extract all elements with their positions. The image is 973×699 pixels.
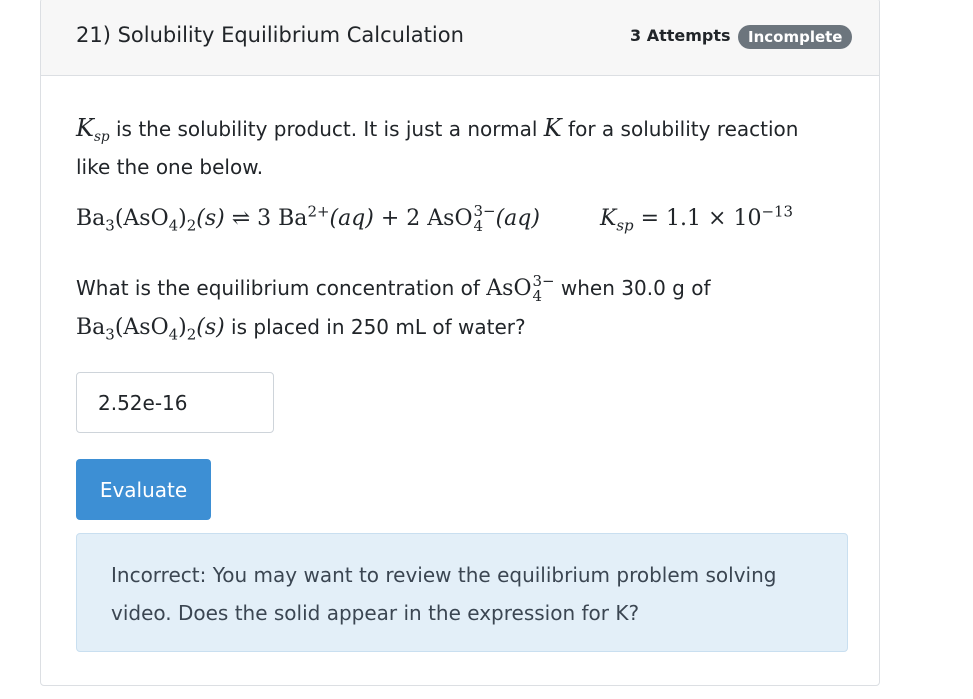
reaction-equation: Ba3(AsO4)2(s) ⇌ 3 Ba2+(aq) + 2 AsO 3− 4 (aq… (76, 202, 794, 235)
ksp-symbol: Ksp (76, 114, 110, 145)
question-card: 21) Solubility Equilibrium Calculation 3… (40, 0, 880, 686)
card-header: 21) Solubility Equilibrium Calculation 3… (41, 0, 879, 76)
answer-input[interactable] (76, 372, 274, 433)
status-badge: Incomplete (738, 25, 853, 49)
question-paragraph: What is the equilibrium concentration of… (76, 272, 711, 344)
equilibrium-arrow: ⇌ (231, 205, 251, 231)
question-title: 21) Solubility Equilibrium Calculation (76, 23, 464, 47)
ksp-label: K (599, 205, 617, 231)
k-symbol: K (543, 114, 562, 142)
intro-paragraph: Ksp is the solubility product. It is jus… (76, 109, 836, 186)
intro-text-1: is the solubility product. It is just a … (109, 117, 544, 141)
ksp-value: = 1.1 × 10 (640, 205, 762, 231)
evaluate-button[interactable]: Evaluate (76, 459, 211, 520)
attempts-count: 3 Attempts (630, 26, 731, 45)
feedback-alert: Incorrect: You may want to review the eq… (76, 533, 848, 652)
